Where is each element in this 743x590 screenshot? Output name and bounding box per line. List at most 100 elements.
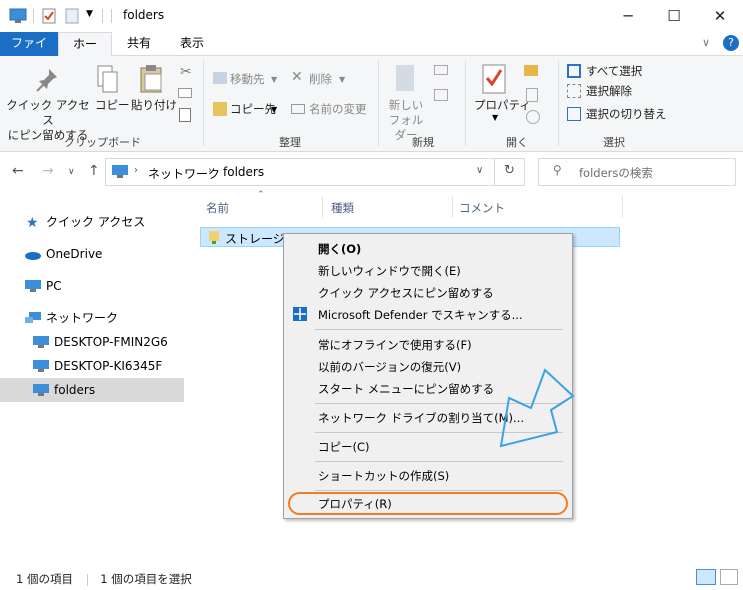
computer-icon: [9, 8, 27, 23]
menu-item-always-offline[interactable]: 常にオフラインで使用する(F): [318, 337, 472, 353]
menu-item-defender-scan[interactable]: Microsoft Defender でスキャンする...: [318, 307, 523, 323]
menu-item-open[interactable]: 開く(O): [318, 241, 361, 257]
new-folder-quick-icon[interactable]: [65, 8, 79, 24]
status-selected-count: 1 個の項目を選択: [100, 572, 192, 586]
copy-icon: [97, 65, 118, 93]
group-label-new: 新規: [412, 136, 434, 149]
copy-button[interactable]: コピー: [95, 98, 130, 113]
properties-button[interactable]: プロパティ: [474, 98, 531, 113]
delete-icon: ✕: [291, 69, 303, 85]
tab-home[interactable]: ホーム: [58, 32, 112, 73]
search-placeholder: foldersの検索: [579, 166, 653, 180]
copy-to-button[interactable]: コピー先: [230, 102, 276, 117]
forward-arrow-icon[interactable]: →: [42, 163, 54, 179]
select-none-icon: [567, 84, 581, 98]
properties-icon: [482, 64, 506, 94]
tab-file[interactable]: ファイル: [0, 32, 58, 72]
menu-item-open-new-window[interactable]: 新しいウィンドウで開く(E): [318, 263, 461, 279]
menu-item-properties[interactable]: プロパティ(R): [318, 496, 392, 512]
close-button[interactable]: ✕: [697, 0, 743, 32]
menu-item-pin-start[interactable]: スタート メニューにピン留めする: [318, 381, 494, 397]
column-header-type[interactable]: 種類: [331, 200, 354, 216]
sidebar-item-onedrive[interactable]: OneDrive: [0, 242, 184, 266]
details-view-icon[interactable]: [696, 569, 716, 585]
status-bar: 1 個の項目 1 個の項目を選択: [16, 571, 192, 587]
new-folder-icon: [396, 65, 414, 91]
column-header-name[interactable]: 名前: [206, 200, 229, 216]
up-arrow-icon[interactable]: ↑: [88, 163, 100, 179]
maximize-button[interactable]: ☐: [651, 0, 697, 32]
recent-locations-chevron-icon[interactable]: ∨: [68, 167, 75, 177]
history-icon[interactable]: [526, 110, 540, 124]
rename-icon: [291, 104, 305, 114]
computer-icon: [33, 336, 49, 348]
large-icons-view-icon[interactable]: [720, 569, 738, 585]
menu-item-copy[interactable]: コピー(C): [318, 439, 370, 455]
easy-access-icon[interactable]: [434, 89, 448, 101]
properties-quick-icon[interactable]: [42, 8, 56, 24]
rename-button[interactable]: 名前の変更: [309, 102, 367, 117]
select-all-button[interactable]: すべて選択: [586, 64, 642, 79]
sidebar-item-pc[interactable]: PC: [0, 274, 184, 298]
help-icon[interactable]: ?: [723, 35, 739, 51]
paste-icon: [140, 65, 162, 93]
sidebar-item-folders[interactable]: folders: [0, 378, 184, 402]
paste-button[interactable]: 貼り付け: [131, 98, 177, 113]
chevron-down-icon: ▼: [339, 75, 346, 84]
sidebar-item-label: PC: [46, 279, 62, 293]
collapse-ribbon-icon[interactable]: ∨: [702, 36, 710, 49]
delete-button[interactable]: 削除: [309, 72, 332, 87]
sidebar-item-desktop-ki6345f[interactable]: DESKTOP-KI6345F: [0, 354, 184, 378]
edit-icon[interactable]: [526, 88, 538, 102]
copy-path-icon[interactable]: [178, 88, 192, 98]
menu-item-pin-quick-access[interactable]: クイック アクセスにピン留めする: [318, 285, 494, 301]
refresh-icon[interactable]: ↻: [504, 163, 515, 178]
move-to-icon: [213, 72, 227, 84]
computer-icon: [33, 384, 49, 396]
paste-shortcut-icon[interactable]: [179, 108, 191, 122]
group-label-open: 開く: [506, 136, 528, 149]
menu-item-create-shortcut[interactable]: ショートカットの作成(S): [318, 468, 449, 484]
open-icon[interactable]: [524, 65, 538, 76]
new-item-icon[interactable]: [434, 65, 448, 75]
menu-item-restore-previous[interactable]: 以前のバージョンの復元(V): [318, 359, 461, 375]
sort-indicator-icon: ⌃: [257, 190, 265, 200]
move-to-button[interactable]: 移動先: [230, 72, 265, 87]
breadcrumb-folders[interactable]: folders: [223, 165, 264, 179]
address-dropdown-icon[interactable]: ∨: [476, 165, 483, 176]
computer-icon: [112, 165, 128, 178]
sidebar-item-label: OneDrive: [46, 247, 103, 261]
search-icon: ⚲: [553, 163, 562, 177]
search-input[interactable]: ⚲ foldersの検索: [538, 158, 736, 186]
minimize-button[interactable]: ─: [605, 0, 651, 32]
sidebar-item-quick-access[interactable]: ★ クイック アクセス: [0, 210, 184, 234]
address-bar[interactable]: › ネットワーク › folders ∨ ↻: [105, 158, 525, 186]
chevron-down-icon: ▼: [492, 113, 499, 122]
tab-share[interactable]: 共有: [117, 32, 161, 56]
sidebar-item-network[interactable]: ネットワーク: [0, 306, 184, 330]
network-share-icon: [209, 231, 219, 244]
status-item-count: 1 個の項目: [16, 572, 73, 586]
cut-icon[interactable]: ✂: [180, 64, 192, 80]
chevron-down-icon[interactable]: ▼: [86, 9, 93, 19]
column-header-comment[interactable]: コメント: [459, 200, 505, 216]
select-none-button[interactable]: 選択解除: [586, 84, 632, 99]
sidebar-item-label: DESKTOP-KI6345F: [54, 359, 163, 373]
tab-view[interactable]: 表示: [170, 32, 214, 56]
computer-icon: [25, 280, 41, 292]
group-label-organize: 整理: [279, 136, 301, 149]
chevron-down-icon: ▼: [271, 105, 278, 114]
invert-selection-button[interactable]: 選択の切り替え: [586, 107, 667, 122]
sidebar-item-desktop-fmin2g6[interactable]: DESKTOP-FMIN2G6: [0, 330, 184, 354]
title-bar: ▼ folders ─ ☐ ✕: [0, 0, 743, 32]
group-label-select: 選択: [603, 136, 625, 149]
pin-icon: [36, 69, 57, 92]
star-icon: ★: [26, 215, 39, 231]
sidebar-item-label: DESKTOP-FMIN2G6: [54, 335, 168, 349]
group-label-clipboard: クリップボード: [64, 136, 141, 149]
menu-item-map-network-drive[interactable]: ネットワーク ドライブの割り当て(M)...: [318, 410, 524, 426]
window-title: folders: [123, 8, 165, 22]
sidebar-item-label: クイック アクセス: [46, 215, 146, 229]
back-arrow-icon[interactable]: ←: [12, 163, 24, 179]
ribbon: クイック アクセス にピン留めする コピー 貼り付け ✂ クリップボード 移動先…: [0, 56, 743, 152]
